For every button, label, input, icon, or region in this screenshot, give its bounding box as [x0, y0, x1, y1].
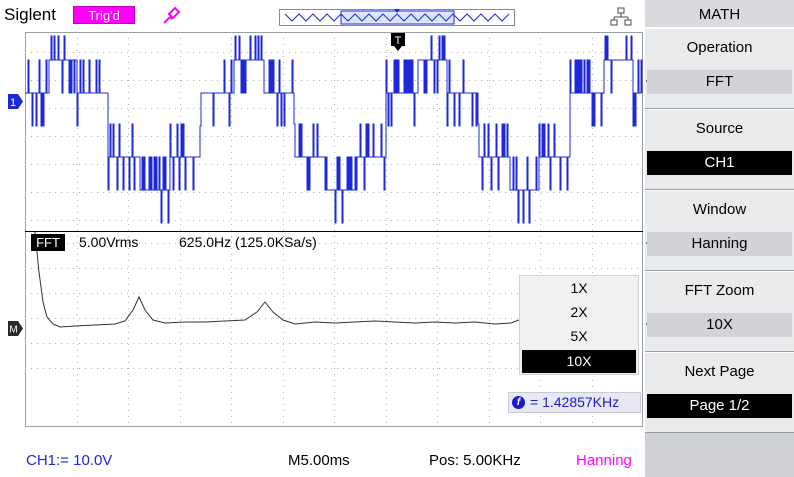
probe-icon	[163, 6, 181, 24]
zoom-option-5x[interactable]: 5X	[520, 325, 638, 348]
math-offset-marker[interactable]: M	[8, 321, 23, 336]
menu-item-value: FFT	[647, 70, 792, 94]
menu-item-window[interactable]: Window Hanning	[645, 190, 794, 271]
menu-item-fft-zoom[interactable]: FFT Zoom 10X	[645, 271, 794, 352]
channel-scale[interactable]: CH1:= 10.0V	[26, 452, 112, 470]
memory-position-bar[interactable]	[279, 9, 515, 26]
trigger-status-badge: Trig'd	[73, 6, 135, 24]
top-status-bar: Siglent Trig'd	[0, 0, 645, 32]
ch1-marker-label: 1	[10, 97, 16, 109]
waveform-fft-divider	[25, 231, 643, 232]
ch1-offset-marker[interactable]: 1	[8, 94, 23, 109]
bottom-status-bar: CH1:= 10.0V M5.00ms Pos: 5.00KHz Hanning	[0, 440, 645, 477]
menu-item-value: Hanning	[647, 232, 792, 256]
menu-item-value: Page 1/2	[647, 394, 792, 418]
menu-item-operation[interactable]: Operation FFT	[645, 28, 794, 109]
fft-position: Pos: 5.00KHz	[429, 452, 521, 469]
menu-item-label: FFT Zoom	[684, 282, 755, 299]
window-type-status: Hanning	[576, 452, 632, 469]
trigger-position-marker[interactable]: T	[391, 33, 405, 51]
fft-scale: 5.00Vrms	[79, 234, 139, 250]
frequency-readout: f = 1.42857KHz	[508, 392, 641, 413]
zoom-option-10x[interactable]: 10X	[522, 350, 636, 373]
network-icon	[610, 7, 632, 26]
zoom-option-2x[interactable]: 2X	[520, 301, 638, 324]
menu-item-label: Operation	[686, 39, 753, 56]
frequency-icon: f	[512, 396, 525, 409]
menu-item-source[interactable]: Source CH1	[645, 109, 794, 190]
menu-item-label: Source	[695, 120, 744, 137]
frequency-value: = 1.42857KHz	[530, 394, 620, 410]
zoom-option-1x[interactable]: 1X	[520, 277, 638, 300]
menu-title: MATH	[645, 0, 794, 28]
ch1-waveform	[25, 35, 643, 224]
math-menu: MATH Operation FFT Source CH1 Window Han…	[645, 0, 794, 477]
brand-label: Siglent	[4, 5, 56, 24]
menu-item-next-page[interactable]: Next Page Page 1/2	[645, 352, 794, 433]
fft-zoom-popup[interactable]: 1X 2X 5X 10X	[519, 275, 639, 375]
menu-item-value: CH1	[647, 151, 792, 175]
fft-span: 625.0Hz (125.0KSa/s)	[179, 234, 317, 250]
timebase[interactable]: M5.00ms	[288, 452, 350, 470]
math-marker-label: M	[9, 325, 17, 336]
menu-item-value: 10X	[647, 313, 792, 337]
menu-item-label: Window	[692, 201, 747, 218]
menu-item-label: Next Page	[684, 363, 755, 380]
trigger-marker-label: T	[395, 35, 402, 47]
fft-label: FFT	[31, 234, 65, 251]
